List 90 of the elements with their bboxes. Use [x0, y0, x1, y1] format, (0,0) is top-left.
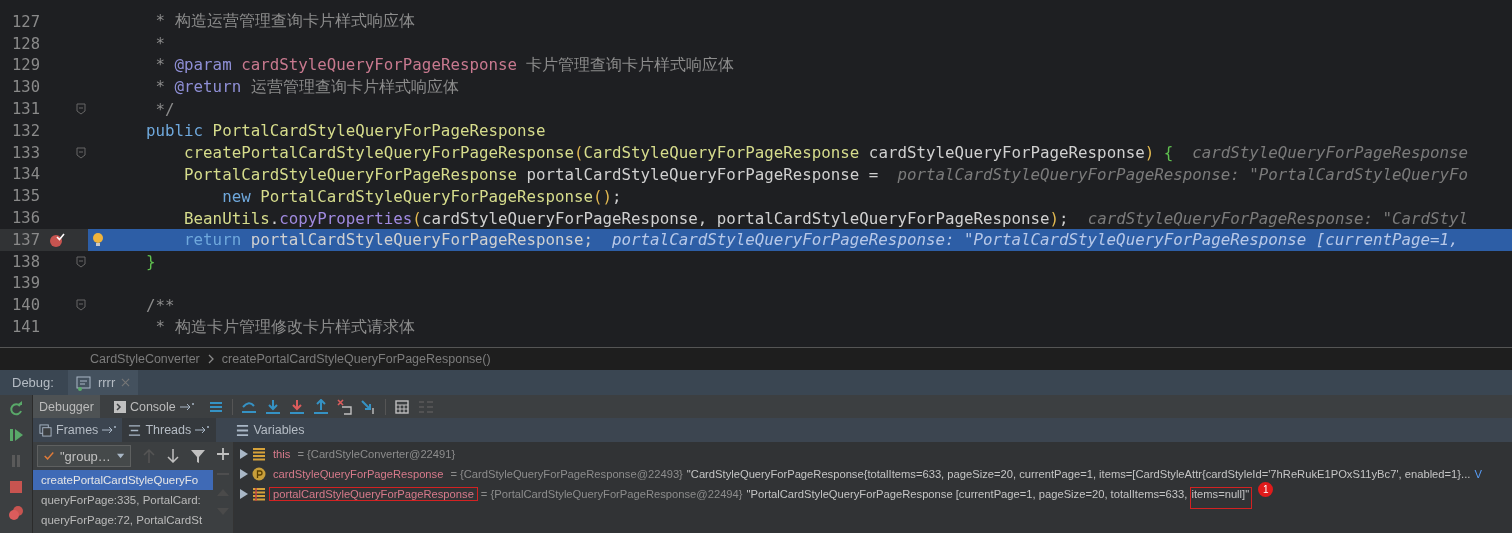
- session-tab[interactable]: rrrr: [67, 370, 139, 395]
- variable-value: = {CardStyleConverter@22491}: [297, 448, 456, 460]
- variable-icon: [252, 487, 266, 501]
- drop-frame-icon[interactable]: [336, 398, 353, 415]
- thread-dropdown[interactable]: "group…: [37, 445, 131, 467]
- filter-icon[interactable]: [191, 449, 205, 463]
- stop-icon[interactable]: [8, 479, 24, 495]
- line-number: 137: [11, 230, 40, 249]
- fold-icon[interactable]: [76, 255, 86, 268]
- code-line: createPortalCardStyleQueryForPageResponse(CardStyleQueryForPageResponse cardStyleQueryForPageResponse) {: [183, 143, 1174, 163]
- variable-name: this: [272, 448, 292, 460]
- inline-value-hint: cardStyleQueryForPageResponse: [1192, 143, 1469, 163]
- pin-icon[interactable]: [179, 402, 194, 411]
- lightbulb-icon[interactable]: [92, 231, 104, 248]
- breadcrumb[interactable]: CardStyleConverter: [90, 352, 200, 366]
- stack-frame[interactable]: queryForPage:72, PortalCardSt: [33, 510, 213, 530]
- frames-header[interactable]: Frames: [33, 418, 123, 442]
- line-number: 129: [11, 56, 40, 75]
- force-step-into-icon[interactable]: [288, 398, 305, 415]
- code-line: * @return 运营管理查询卡片样式响应体: [154, 76, 459, 98]
- threads-icon: [128, 423, 142, 437]
- code-line: return portalCardStyleQueryForPageResponse;: [183, 230, 594, 250]
- line-number: 130: [11, 78, 40, 97]
- stack-frame[interactable]: createPortalCardStyleQueryFo: [33, 470, 213, 490]
- fold-icon[interactable]: [76, 103, 86, 116]
- tab[interactable]: Console: [107, 395, 200, 418]
- variable-value: = {PortalCardStyleQueryForPageResponse@22494}: [480, 488, 743, 500]
- code-line: * 构造卡片管理修改卡片样式请求体: [154, 316, 415, 338]
- console-icon: [75, 374, 92, 391]
- variables-header: Variables: [230, 418, 311, 442]
- value-string: "PortalCardStyleQueryForPageResponse [currentPage=1, pageSize=20, totalItems=633,: [746, 488, 1188, 500]
- console-icon: [113, 400, 126, 413]
- line-number: 141: [11, 318, 40, 337]
- code-line: *: [154, 34, 166, 54]
- inline-value-hint: cardStyleQueryForPageResponse: "CardStyl: [1087, 208, 1469, 228]
- variable-value: = {CardStyleQueryForPageResponse@22493}: [450, 468, 683, 480]
- view-link[interactable]: V: [1474, 468, 1482, 480]
- line-number: 140: [11, 296, 40, 315]
- threads-header[interactable]: Threads: [122, 418, 217, 442]
- code-line: }: [145, 252, 156, 272]
- resume-icon[interactable]: [8, 427, 24, 443]
- line-number: 132: [11, 121, 40, 140]
- plus-icon[interactable]: [217, 448, 229, 460]
- line-number: 138: [11, 252, 40, 271]
- code-line: BeanUtils.copyProperties(cardStyleQueryForPageResponse, portalCardStyleQueryForPageResponse);: [183, 208, 1069, 228]
- down-arrow-icon[interactable]: [167, 449, 179, 463]
- tool-window-title: Debug:: [12, 375, 54, 390]
- fold-icon[interactable]: [76, 146, 86, 159]
- line-number: 131: [11, 100, 40, 119]
- code-line: * 构造运营管理查询卡片样式响应体: [154, 11, 415, 33]
- code-line: public PortalCardStyleQueryForPageResponse: [145, 121, 546, 141]
- tab[interactable]: Debugger: [33, 395, 100, 418]
- code-line: */: [154, 99, 175, 119]
- rerun-icon[interactable]: [8, 401, 24, 417]
- inline-value-hint: portalCardStyleQueryForPageResponse: "PortalCardStyleQueryFo: [897, 164, 1468, 184]
- code-line: PortalCardStyleQueryForPageResponse portalCardStyleQueryForPageResponse =: [183, 164, 879, 184]
- stack-frame[interactable]: queryForPage:335, PortalCard:: [33, 490, 213, 510]
- run-to-cursor-icon[interactable]: [360, 398, 377, 415]
- breakpoint-icon[interactable]: [49, 231, 65, 248]
- code-line: /**: [145, 295, 175, 315]
- close-icon[interactable]: [121, 378, 131, 387]
- step-into-icon[interactable]: [264, 398, 281, 415]
- code-line: new PortalCardStyleQueryForPageResponse();: [221, 186, 622, 206]
- fold-icon[interactable]: [76, 299, 86, 312]
- chevron-icon: [207, 354, 214, 364]
- line-number: 136: [11, 209, 40, 228]
- parameter-icon: [252, 467, 266, 481]
- caret-icon: [116, 453, 124, 459]
- inline-value-hint: portalCardStyleQueryForPageResponse: "PortalCardStyleQueryForPageResponse [currentPage=1,: [612, 230, 1459, 250]
- pin-icon[interactable]: [102, 426, 117, 434]
- breakpoints-icon[interactable]: [8, 505, 24, 521]
- breadcrumb[interactable]: createPortalCardStyleQueryForPageResponse(): [221, 352, 491, 366]
- line-number: 133: [11, 143, 40, 162]
- pin-icon[interactable]: [195, 426, 210, 434]
- field-icon: [252, 447, 266, 461]
- variable-name: portalCardStyleQueryForPageResponse: [270, 488, 477, 500]
- line-number: 135: [11, 187, 40, 206]
- line-number: 128: [11, 34, 40, 53]
- calculator-icon[interactable]: [393, 398, 410, 415]
- variable-name: cardStyleQueryForPageResponse: [272, 468, 445, 480]
- annotation-badge: 1: [1258, 482, 1274, 497]
- code-line: * @param cardStyleQueryForPageResponse 卡片管理查询卡片样式响应体: [154, 55, 735, 76]
- frames-icon: [39, 423, 52, 437]
- step-out-icon[interactable]: [312, 398, 329, 415]
- value-string: "CardStyleQueryForPageResponse{totalItems=633, pageSize=20, currentPage=1, items=[CardStyleAttr{cardStyleId='7hReRukE1POxS11yBc7', enabled=1}...: [686, 468, 1471, 480]
- line-number: 134: [11, 165, 40, 184]
- line-number: 139: [11, 274, 40, 293]
- list-icon: [236, 423, 250, 437]
- line-number: 127: [11, 12, 40, 31]
- check-icon: [44, 450, 54, 462]
